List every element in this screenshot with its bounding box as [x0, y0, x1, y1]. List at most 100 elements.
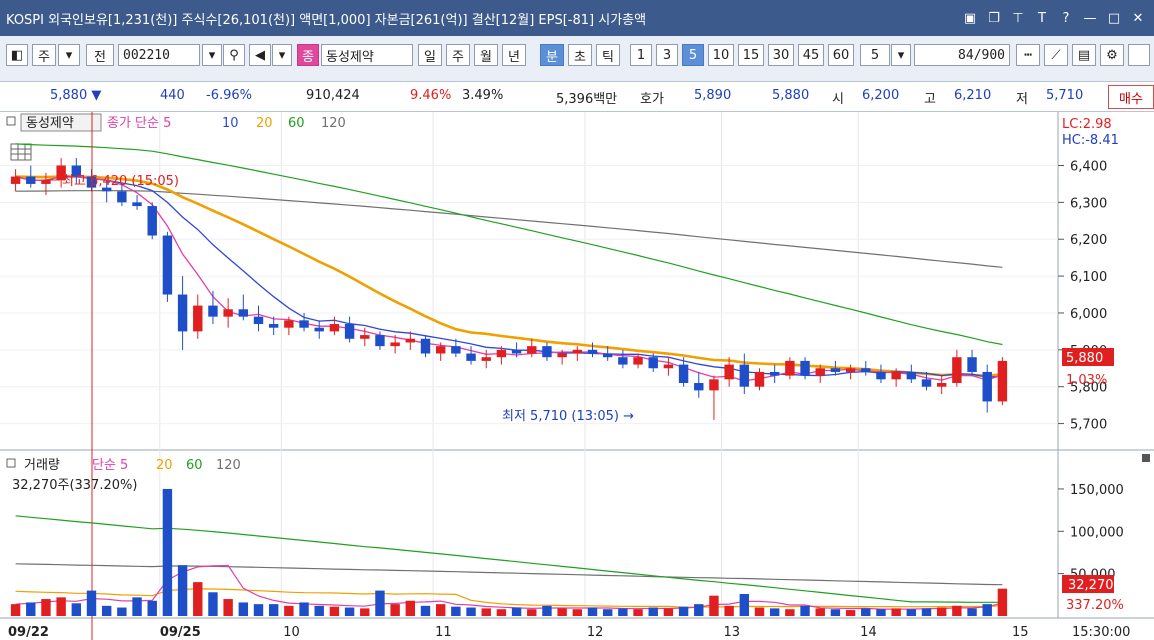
- volume-bar: [405, 600, 416, 616]
- price-volume-chart[interactable]: 동성제약 종가 단순 5 10 20 60 120 LC:2.98 HC:-8.…: [0, 112, 1154, 640]
- volume-bar: [830, 609, 841, 616]
- volume-bars: [10, 488, 1008, 616]
- minute-1-button[interactable]: 1: [630, 44, 652, 66]
- candle-body: [587, 349, 598, 354]
- candle-body: [754, 371, 765, 387]
- volume-legend-box-icon[interactable]: [6, 458, 16, 468]
- volume-bar: [41, 599, 51, 616]
- volume-bar: [663, 608, 674, 616]
- candle-body: [861, 368, 871, 372]
- candle-body: [238, 309, 249, 317]
- period-year-button[interactable]: 년: [502, 44, 526, 66]
- next-stock-dropdown-icon[interactable]: ▾: [272, 44, 292, 66]
- candle-body: [147, 206, 157, 236]
- volume-bar: [466, 607, 476, 616]
- candle-body: [375, 335, 385, 347]
- font-icon[interactable]: T: [1034, 11, 1050, 26]
- volume-bar: [724, 605, 734, 616]
- volume-bar: [861, 608, 871, 616]
- all-select-button[interactable]: 전: [86, 44, 114, 66]
- x-axis-label: 11: [435, 625, 452, 640]
- candle-body: [997, 360, 1008, 402]
- minute-15-button[interactable]: 15: [738, 44, 764, 66]
- volume-bar: [162, 488, 173, 616]
- price-legend-ma60: 60: [288, 116, 305, 131]
- save-icon[interactable]: ▤: [1072, 44, 1096, 66]
- close-icon[interactable]: ✕: [1130, 11, 1146, 26]
- candle-body: [800, 360, 810, 376]
- volume-bar: [845, 610, 856, 616]
- volume-bar: [299, 602, 309, 616]
- minute-5-button[interactable]: 5: [682, 44, 704, 66]
- volume-bar: [451, 606, 461, 616]
- code-dropdown-icon[interactable]: ▾: [202, 44, 222, 66]
- candle-body: [527, 346, 537, 354]
- candle-body: [891, 371, 901, 380]
- minute-10-button[interactable]: 10: [708, 44, 734, 66]
- layout-icon[interactable]: ▣: [962, 11, 978, 26]
- candle-body: [117, 191, 127, 203]
- low-annotation: 최저 5,710 (13:05) →: [502, 409, 634, 424]
- minute-3-button[interactable]: 3: [656, 44, 678, 66]
- bar-count-field[interactable]: 84/900: [914, 44, 1010, 66]
- table-grid-icon[interactable]: [10, 143, 32, 161]
- chart-area[interactable]: 동성제약 종가 단순 5 10 20 60 120 LC:2.98 HC:-8.…: [0, 112, 1154, 640]
- volume-bar: [329, 606, 340, 616]
- minute-30-button[interactable]: 30: [768, 44, 794, 66]
- buy-button[interactable]: 매수: [1108, 85, 1154, 109]
- x-axis-time: 15:30:00: [1072, 625, 1130, 640]
- candle-body: [208, 305, 218, 317]
- stock-name-field[interactable]: 동성제약: [321, 44, 413, 66]
- candle-body: [694, 383, 704, 391]
- minute-60-button[interactable]: 60: [828, 44, 854, 66]
- candle-body: [466, 353, 476, 361]
- current-pct-tag: 1.03%: [1066, 373, 1107, 388]
- candle-body: [618, 357, 628, 365]
- interval-select[interactable]: 5: [860, 44, 890, 66]
- option-checkbox[interactable]: [1128, 44, 1150, 66]
- candle-body: [268, 324, 279, 328]
- candle-body: [26, 176, 36, 184]
- volume-value: 910,424: [306, 88, 360, 103]
- maximize-icon[interactable]: □: [1106, 11, 1122, 26]
- toolbar: ◧ 주 ▾ 전 002210 ▾ ⚲ ◀ ▾ 종 동성제약 일 주 월 년 분 …: [0, 36, 1154, 82]
- window-icon[interactable]: ❐: [986, 11, 1002, 26]
- market-select-button[interactable]: 주: [32, 44, 56, 66]
- open-label: 시: [832, 92, 844, 107]
- candle-body: [739, 364, 750, 387]
- volume-tick-label: 150,000: [1070, 483, 1124, 498]
- period-day-button[interactable]: 일: [418, 44, 442, 66]
- volume-bar: [952, 605, 962, 616]
- high-label: 고: [924, 92, 936, 107]
- interval-dropdown-icon[interactable]: ▾: [891, 44, 911, 66]
- volume-bar: [496, 609, 507, 616]
- interval-tick-button[interactable]: 틱: [596, 44, 620, 66]
- candle-body: [876, 371, 886, 380]
- stock-code-input[interactable]: 002210: [118, 44, 200, 66]
- x-axis-label: 09/25: [160, 625, 201, 640]
- volume-bar: [177, 565, 188, 616]
- current-price: 5,880 ▼: [50, 88, 102, 103]
- prev-stock-icon[interactable]: ◀: [249, 44, 271, 66]
- volume-legend-ma60: 60: [186, 458, 203, 473]
- period-month-button[interactable]: 월: [474, 44, 498, 66]
- market-dropdown-icon[interactable]: ▾: [58, 44, 80, 66]
- interval-minute-button[interactable]: 분: [540, 44, 564, 66]
- candle-body: [299, 320, 309, 328]
- search-icon[interactable]: ⚲: [223, 44, 245, 66]
- volume-bar: [238, 602, 249, 616]
- pin-icon[interactable]: ⊤: [1010, 11, 1026, 26]
- x-axis-label: 12: [587, 625, 604, 640]
- chart-type-icon[interactable]: ┅: [1016, 44, 1040, 66]
- period-week-button[interactable]: 주: [446, 44, 470, 66]
- lc-readout: LC:2.98: [1062, 117, 1112, 132]
- minimize-icon[interactable]: —: [1082, 11, 1098, 26]
- menu-icon[interactable]: ◧: [6, 44, 28, 66]
- x-axis-label: 14: [860, 625, 877, 640]
- minute-45-button[interactable]: 45: [798, 44, 824, 66]
- interval-second-button[interactable]: 초: [568, 44, 592, 66]
- panel-close-icon[interactable]: [1142, 454, 1150, 462]
- settings-gear-icon[interactable]: ⚙: [1100, 44, 1124, 66]
- indicator-icon[interactable]: ⟋: [1044, 44, 1068, 66]
- help-icon[interactable]: ?: [1058, 11, 1074, 26]
